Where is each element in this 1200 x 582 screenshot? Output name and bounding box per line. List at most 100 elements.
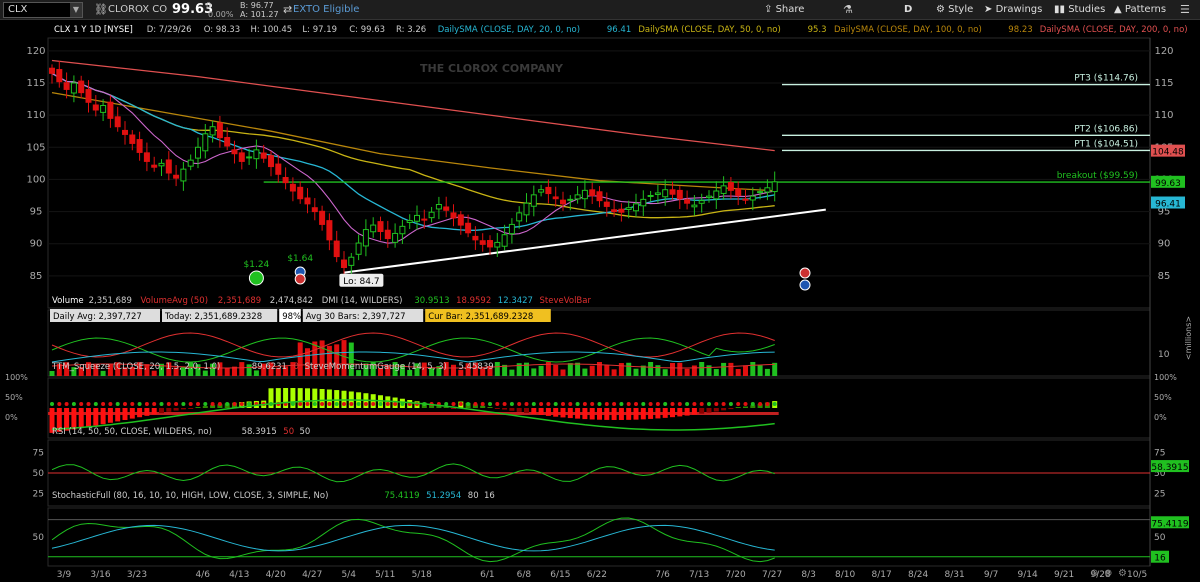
candle-body [698, 200, 705, 204]
date-axis-tick: 6/1 [480, 570, 494, 580]
candle-body [107, 101, 114, 119]
date-axis-tick: 3/16 [90, 570, 110, 580]
candle-body [260, 152, 267, 159]
candle-body [406, 220, 413, 224]
rsi-header: RSI (14, 50, 50, CLOSE, WILDERS, no) 58.3… [52, 427, 310, 437]
candle-body [165, 159, 172, 174]
volume-bar [633, 368, 639, 376]
squeeze-dot [108, 402, 113, 406]
volume-bar [757, 365, 763, 376]
volume-bar [224, 367, 230, 376]
ask-price: A: 101.27 [240, 10, 279, 19]
volume-bar [655, 365, 661, 376]
candle-body [428, 211, 435, 219]
dmi-line [51, 337, 775, 363]
date-axis: 3/9 3/16 3/23 4/6 4/13 4/20 4/27 5/4 5/11 5/18 6/1… [57, 570, 1147, 580]
squeeze-dot [677, 402, 682, 406]
squeeze-tick-left: 0% [5, 413, 18, 422]
squeeze-bar [611, 408, 617, 420]
link-icon[interactable]: ⛓ [94, 2, 108, 18]
squeeze-bar [691, 408, 697, 415]
squeeze-dot [166, 402, 171, 406]
squeeze-dot [327, 402, 332, 406]
candle-body [238, 152, 245, 162]
header-field: DailySMA (CLOSE, DAY, 20, 0, no) [438, 25, 580, 35]
squeeze-dot [655, 402, 660, 406]
price-axis-tick-right: 90 [1158, 239, 1171, 250]
squeeze-dot [582, 402, 587, 406]
squeeze-bar [567, 408, 573, 419]
squeeze-bar [640, 408, 646, 420]
drawings-button[interactable]: ➤ Drawings [980, 2, 1046, 18]
menu-icon[interactable]: ☰ [1180, 2, 1190, 18]
period-button[interactable]: D [900, 2, 916, 18]
header-field: 16 [484, 491, 495, 501]
squeeze-bar [677, 408, 683, 417]
candle-body [435, 204, 442, 210]
header-field: VolumeAvg (50) [141, 296, 209, 306]
squeeze-bar [173, 408, 179, 411]
date-axis-tick: 4/6 [195, 570, 210, 580]
volume-bar [728, 362, 734, 376]
patterns-button[interactable]: ▲ Patterns [1110, 2, 1170, 18]
squeeze-dot [305, 402, 310, 406]
style-button[interactable]: ⚙ Style [932, 2, 977, 18]
squeeze-dot [232, 402, 237, 406]
zoom-out-icon[interactable]: ⊖ [1090, 568, 1098, 579]
squeeze-dot [79, 402, 84, 406]
rsi-value-text: 58.3915 [1151, 463, 1188, 473]
date-axis-tick: 8/3 [801, 570, 815, 580]
header-field: L: 97.19 [302, 25, 337, 35]
squeeze-bar [662, 408, 668, 418]
dividend-label: $1.64 [287, 254, 313, 264]
flask-icon[interactable]: ⚗ [843, 2, 853, 18]
candle-body [275, 163, 282, 175]
share-button[interactable]: ⇪ Share [760, 2, 808, 18]
squeeze-dot [561, 402, 565, 406]
squeeze-dot [743, 402, 748, 406]
candle-body [465, 222, 472, 234]
volume-info-text: 98% [282, 312, 301, 322]
volume-bar [553, 364, 559, 376]
change-value: 0 [206, 1, 212, 10]
candle-body [151, 164, 158, 168]
candle-body [494, 241, 501, 248]
stoch-d-line [51, 524, 775, 552]
studies-button[interactable]: ▮▮ Studies [1050, 2, 1109, 18]
squeeze-dot [685, 402, 690, 406]
squeeze-dot [509, 402, 514, 406]
candle-body [289, 183, 296, 192]
candle-body [49, 67, 55, 74]
squeeze-bar [743, 406, 748, 408]
date-axis-tick: 4/13 [229, 570, 249, 580]
squeeze-bar [684, 408, 690, 416]
candle-body [100, 105, 107, 113]
header-field: CLX 1 Y 1D [NYSE] [54, 25, 133, 35]
squeeze-dot [159, 402, 164, 406]
cursor-icon: ➤ [984, 4, 996, 15]
candle-body [362, 229, 369, 247]
squeeze-dot [517, 402, 522, 406]
symbol-dropdown-icon[interactable]: ▼ [70, 3, 82, 17]
patterns-icon: ▲ [1114, 4, 1125, 15]
candle-body [384, 229, 391, 240]
right-price-badge-text: 99.63 [1155, 179, 1181, 189]
rsi-tick-right: 75 [1154, 448, 1165, 458]
candle-body [581, 189, 588, 200]
header-field: TTM_Squeeze (CLOSE, 20, 1.5, 2.0, 1.0) [51, 362, 220, 372]
squeeze-bar [137, 408, 143, 418]
chart-settings-icon[interactable]: ⚙ [1118, 568, 1127, 579]
squeeze-dot [612, 402, 617, 406]
squeeze-dot [320, 402, 325, 406]
zoom-in-icon[interactable]: ⊕ [1104, 568, 1112, 579]
date-axis-tick: 9/7 [984, 570, 998, 580]
date-axis-tick: 4/20 [266, 570, 286, 580]
squeeze-dot [393, 402, 398, 406]
header-field: H: 100.45 [251, 25, 293, 35]
price-chart[interactable]: THE CLOROX COMPANY 858590909595100100105… [0, 20, 1200, 582]
volume-bar [677, 362, 683, 376]
squeeze-bar [166, 408, 172, 412]
squeeze-bar [618, 408, 624, 420]
squeeze-tick-right: 100% [1154, 373, 1177, 382]
candle-body [706, 195, 712, 199]
